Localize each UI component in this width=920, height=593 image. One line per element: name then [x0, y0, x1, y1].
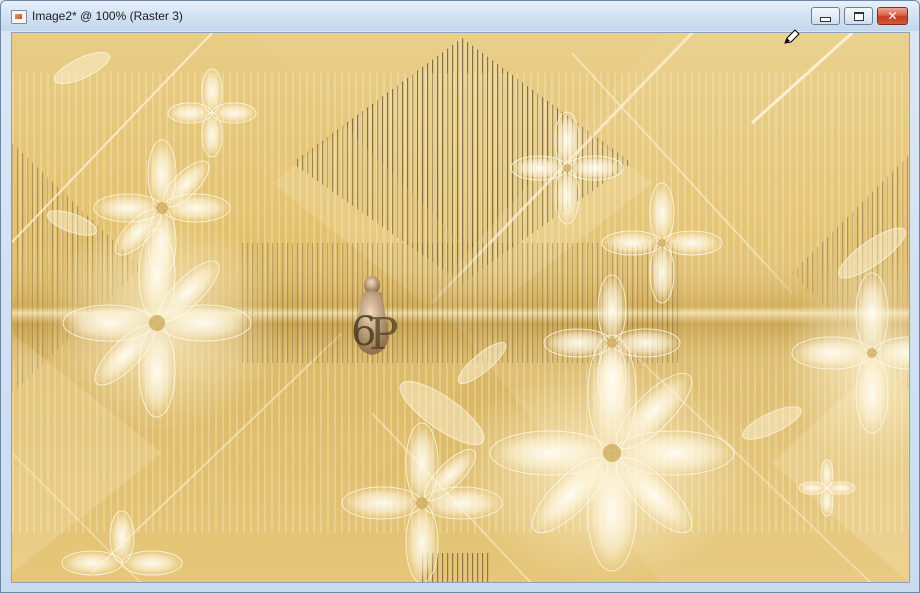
restore-icon: [853, 11, 864, 21]
restore-button[interactable]: [844, 7, 873, 25]
image-canvas[interactable]: 6 P: [11, 32, 910, 583]
close-icon: ✕: [887, 9, 898, 23]
document-icon[interactable]: [11, 10, 27, 24]
minimize-icon: [820, 16, 831, 22]
title-bar[interactable]: Image2* @ 100% (Raster 3) ✕: [1, 1, 919, 31]
canvas-artwork: 6 P: [12, 33, 909, 582]
window-title: Image2* @ 100% (Raster 3): [32, 9, 183, 23]
minimize-button[interactable]: [811, 7, 840, 25]
image-window: Image2* @ 100% (Raster 3) ✕ 6 P: [0, 0, 920, 593]
close-button[interactable]: ✕: [877, 7, 908, 25]
pen-cursor-icon: [784, 29, 800, 44]
svg-text:P: P: [369, 309, 399, 360]
